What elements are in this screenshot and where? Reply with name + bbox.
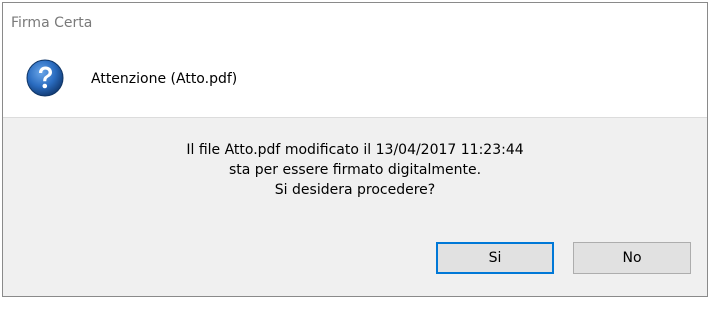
message-line-3: Si desidera procedere? [274,182,436,198]
message-line-2: sta per essere firmato digitalmente. [228,162,482,178]
window-title: Firma Certa [11,15,93,31]
message-line-1: Il file Atto.pdf modificato il 13/04/201… [186,142,524,158]
no-button[interactable]: No [573,242,691,274]
question-icon [26,59,64,97]
dialog-body: Il file Atto.pdf modificato il 13/04/201… [3,117,707,296]
yes-button[interactable]: Si [436,242,554,274]
header-text: Attenzione (Atto.pdf) [91,71,238,87]
message-text: Il file Atto.pdf modificato il 13/04/201… [3,140,707,200]
dialog-window: Firma Certa Attenzione (Atto.pdf) Il fil… [2,2,708,297]
dialog-header: Attenzione (Atto.pdf) [3,41,707,117]
title-bar[interactable]: Firma Certa [3,3,707,41]
